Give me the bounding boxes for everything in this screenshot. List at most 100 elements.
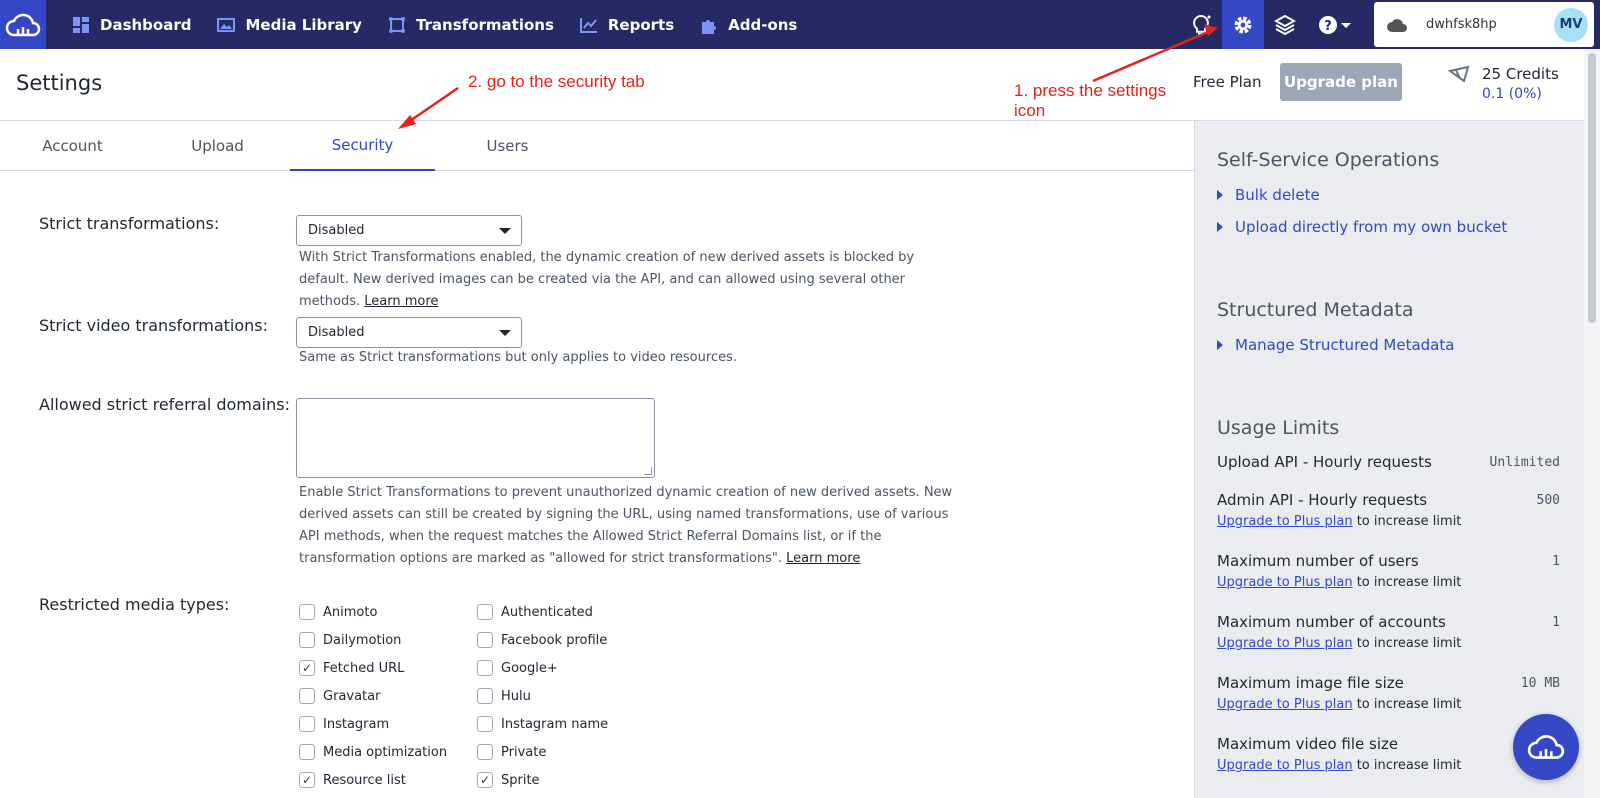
upgrade-to-plus-link[interactable]: Upgrade to Plus plan: [1217, 636, 1353, 651]
strict-transformations-select[interactable]: Disabled: [296, 215, 522, 246]
media-type-option[interactable]: Instagram: [299, 716, 389, 732]
checkbox[interactable]: [299, 716, 315, 732]
account-switcher[interactable]: dwhfsk8hp MV: [1374, 2, 1594, 47]
upgrade-suffix: to increase limit: [1352, 697, 1462, 712]
media-type-option[interactable]: ✓ Sprite: [477, 772, 540, 788]
scrollbar-thumb[interactable]: [1588, 53, 1596, 323]
checkbox[interactable]: [477, 744, 493, 760]
limit-name: Maximum number of users: [1217, 552, 1419, 570]
media-type-option[interactable]: ✓ Resource list: [299, 772, 406, 788]
strict-video-label: Strict video transformations:: [39, 316, 269, 335]
upgrade-suffix: to increase limit: [1352, 575, 1462, 590]
tab-upload[interactable]: Upload: [145, 121, 290, 171]
checkbox[interactable]: [299, 604, 315, 620]
checkbox[interactable]: ✓: [299, 660, 315, 676]
nav-transformations[interactable]: Transformations: [388, 0, 554, 49]
media-type-label: Private: [501, 744, 547, 760]
limit-name: Maximum image file size: [1217, 674, 1404, 692]
upgrade-limit-row: Upgrade to Plus plan to increase limit: [1217, 575, 1461, 590]
layers-icon[interactable]: [1264, 0, 1306, 49]
media-type-label: Media optimization: [323, 744, 448, 760]
settings-gear-icon[interactable]: [1222, 0, 1264, 49]
limit-value: 1: [1552, 615, 1560, 630]
addons-icon: [702, 19, 717, 34]
media-type-option[interactable]: Google+: [477, 660, 558, 676]
media-type-option[interactable]: Facebook profile: [477, 632, 607, 648]
media-type-option[interactable]: Authenticated: [477, 604, 593, 620]
settings-header: Settings Free Plan Upgrade plan 25 Credi…: [0, 49, 1600, 121]
media-type-option[interactable]: Animoto: [299, 604, 377, 620]
upgrade-to-plus-link[interactable]: Upgrade to Plus plan: [1217, 514, 1353, 529]
credits-label: 25 Credits: [1482, 65, 1559, 83]
media-type-label: Resource list: [323, 772, 406, 788]
strict-transformations-label: Strict transformations:: [39, 214, 220, 233]
nav-addons[interactable]: Add-ons: [700, 0, 797, 49]
tab-account[interactable]: Account: [0, 121, 145, 171]
annotation-step2: 2. go to the security tab: [468, 72, 645, 91]
media-type-option[interactable]: Instagram name: [477, 716, 608, 732]
dashboard-icon: [73, 16, 89, 33]
media-type-label: Fetched URL: [323, 660, 405, 676]
checkbox[interactable]: [477, 632, 493, 648]
help-icon[interactable]: ?: [1306, 0, 1364, 49]
limit-value: Unlimited: [1489, 455, 1560, 470]
checkbox[interactable]: [299, 632, 315, 648]
page-scrollbar[interactable]: [1584, 49, 1600, 798]
nav-reports[interactable]: Reports: [579, 0, 675, 49]
manage-metadata-link[interactable]: Manage Structured Metadata: [1217, 336, 1454, 354]
upgrade-limit-row: Upgrade to Plus plan to increase limit: [1217, 697, 1461, 712]
upgrade-to-plus-link[interactable]: Upgrade to Plus plan: [1217, 758, 1353, 773]
limit-name: Upload API - Hourly requests: [1217, 453, 1432, 471]
lightbulb-icon[interactable]: [1180, 0, 1222, 49]
checkbox[interactable]: [477, 604, 493, 620]
nav-transformations-label: Transformations: [415, 15, 554, 34]
nav-reports-label: Reports: [607, 15, 675, 34]
media-type-option[interactable]: Dailymotion: [299, 632, 401, 648]
media-type-option[interactable]: ✓ Fetched URL: [299, 660, 404, 676]
nav-media-library[interactable]: Media Library: [217, 0, 362, 49]
referral-domains-textarea[interactable]: [296, 398, 655, 478]
right-sidebar: Self-Service Operations Bulk delete Uplo…: [1194, 121, 1584, 798]
checkbox[interactable]: [299, 744, 315, 760]
nav-dashboard[interactable]: Dashboard: [72, 0, 191, 49]
credits-icon: [1448, 65, 1470, 83]
tab-users[interactable]: Users: [435, 121, 580, 171]
media-type-option[interactable]: Media optimization: [299, 744, 447, 760]
media-type-option[interactable]: Private: [477, 744, 546, 760]
checkbox[interactable]: [477, 660, 493, 676]
limit-name: Admin API - Hourly requests: [1217, 491, 1428, 509]
cloudinary-logo[interactable]: [0, 0, 46, 49]
upload-own-bucket-link[interactable]: Upload directly from my own bucket: [1217, 218, 1507, 236]
checkbox[interactable]: [299, 688, 315, 704]
cloud-icon: [1387, 18, 1407, 32]
avatar[interactable]: MV: [1554, 7, 1588, 42]
learn-more-link[interactable]: Learn more: [786, 551, 860, 566]
upgrade-to-plus-link[interactable]: Upgrade to Plus plan: [1217, 575, 1353, 590]
strict-video-select[interactable]: Disabled: [296, 317, 522, 348]
nav-addons-label: Add-ons: [728, 15, 798, 34]
strict-transformations-value: Disabled: [308, 223, 365, 238]
upgrade-limit-row: Upgrade to Plus plan to increase limit: [1217, 758, 1461, 773]
media-type-option[interactable]: Hulu: [477, 688, 531, 704]
credits-usage[interactable]: 0.1 (0%): [1482, 86, 1542, 102]
checkbox[interactable]: ✓: [477, 772, 493, 788]
checkbox[interactable]: [477, 688, 493, 704]
learn-more-link[interactable]: Learn more: [364, 294, 438, 309]
bulk-delete-link[interactable]: Bulk delete: [1217, 186, 1320, 204]
upgrade-suffix: to increase limit: [1352, 636, 1462, 651]
tab-security[interactable]: Security: [290, 121, 435, 171]
checkbox[interactable]: [477, 716, 493, 732]
upgrade-plan-button[interactable]: Upgrade plan: [1280, 63, 1402, 101]
upgrade-to-plus-link[interactable]: Upgrade to Plus plan: [1217, 697, 1353, 712]
media-type-option[interactable]: Gravatar: [299, 688, 380, 704]
media-type-label: Instagram name: [501, 716, 609, 732]
strict-transformations-help: With Strict Transformations enabled, the…: [299, 247, 959, 313]
cloudinary-chat-button[interactable]: [1513, 714, 1579, 780]
caret-right-icon: [1217, 340, 1223, 350]
upgrade-suffix: to increase limit: [1352, 758, 1462, 773]
restricted-media-label: Restricted media types:: [39, 595, 230, 614]
caret-right-icon: [1217, 190, 1223, 200]
plan-label: Free Plan: [1193, 73, 1262, 91]
checkbox[interactable]: ✓: [299, 772, 315, 788]
resize-grip-icon[interactable]: [644, 467, 652, 475]
